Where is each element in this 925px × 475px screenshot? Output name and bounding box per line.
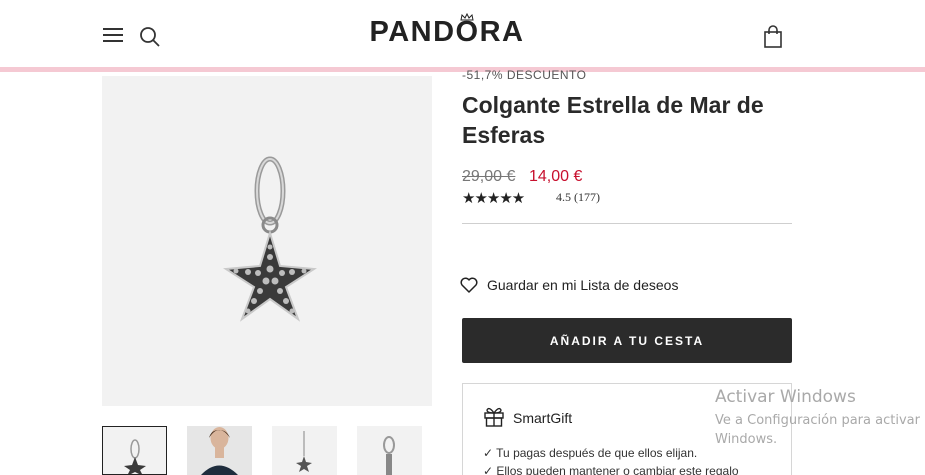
discount-badge: -51,7% DESCUENTO [462,68,587,82]
thumbnail-charm-icon [124,439,146,474]
smartgift-benefit-2: ✓ Ellos pueden mantener o cambiar este r… [483,464,739,475]
site-header: PANDORA [0,0,925,67]
thumbnail-model-necklace[interactable] [187,426,252,475]
heart-icon [460,277,478,293]
shopping-bag-icon[interactable] [763,25,783,49]
rating-stars[interactable]: ★★★★★ [462,189,525,207]
rating-summary[interactable]: 4.5 (177) [556,190,600,205]
thumbnail-starfish-small[interactable] [272,426,337,475]
original-price: 29,00 € [462,168,516,185]
wishlist-label: Guardar en mi Lista de deseos [487,277,679,293]
thumbnail-charm-side[interactable] [357,426,422,475]
thumbnail-model-icon [187,426,252,475]
product-title: Colgante Estrella de Mar de Esferas [462,92,764,148]
hamburger-menu-icon[interactable] [103,28,123,44]
starfish-charm-image [223,156,317,322]
thumbnail-starfish-icon [296,431,312,472]
logo-crown-icon [460,13,474,21]
thumbnail-starfish-charm[interactable] [102,426,167,475]
search-icon[interactable] [139,26,161,48]
windows-activation-title: Activar Windows [715,387,856,407]
wishlist-button[interactable]: Guardar en mi Lista de deseos [460,275,678,295]
product-main-image[interactable] [102,76,432,406]
add-to-cart-button[interactable]: AÑADIR A TU CESTA [462,318,792,363]
smartgift-title: SmartGift [513,410,573,426]
thumbnail-side-icon [383,436,395,475]
windows-activation-subtitle: Ve a Configuración para activar Windows. [715,413,920,447]
smartgift-benefit-1: ✓ Tu pagas después de que ellos elijan. [483,446,698,460]
section-divider [462,223,792,224]
pandora-logo[interactable]: PANDORA [362,16,532,50]
gift-icon [484,407,504,427]
sale-price: 14,00 € [529,168,583,185]
